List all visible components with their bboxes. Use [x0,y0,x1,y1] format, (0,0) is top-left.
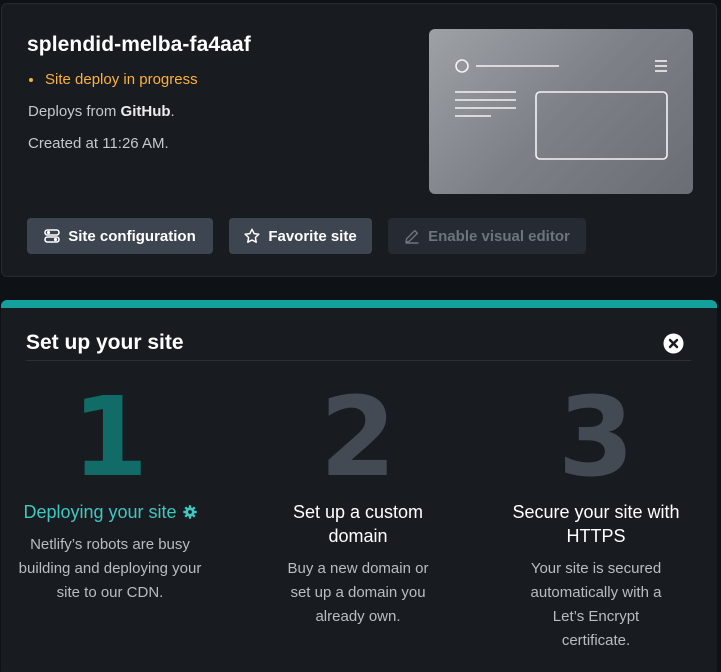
deploy-source-suffix: . [170,103,175,120]
step-title: Set up a custom domain [292,502,424,546]
close-icon [663,333,684,354]
close-button[interactable] [663,333,684,354]
setup-title: Set up your site [26,331,184,354]
site-configuration-button[interactable]: Site configuration [27,218,213,254]
deploy-source-name: GitHub [120,103,171,120]
deploy-status-text: Site deploy in progress [45,71,198,88]
step-title: Secure your site with HTTPS [512,502,680,546]
step-description: Netlify’s robots are busy building and d… [18,536,202,601]
created-time: Created at 11:26 AM. [28,135,169,152]
step-title-text: Deploying your site [23,502,177,522]
favorite-site-button[interactable]: Favorite site [229,218,372,254]
enable-visual-editor-button[interactable]: Enable visual editor [388,218,586,254]
site-configuration-label: Site configuration [68,227,196,245]
status-dot-icon [29,77,33,82]
deploy-status: Site deploy in progress [28,71,198,88]
deploy-source-prefix: Deploys from [28,103,121,120]
step-https: 3 Secure your site with HTTPS Your site … [480,382,712,653]
star-icon [244,228,260,244]
site-preview-thumbnail[interactable] [429,29,693,194]
divider [26,360,691,361]
enable-visual-editor-label: Enable visual editor [428,227,570,245]
pencil-icon [404,228,420,244]
site-overview-card: splendid-melba-fa4aaf Site deploy in pro… [1,3,717,277]
deploy-source: Deploys from GitHub. [28,103,175,120]
step-number: 2 [319,373,397,501]
gear-icon [182,505,197,519]
site-name: splendid-melba-fa4aaf [27,33,251,56]
favorite-site-label: Favorite site [268,227,357,245]
site-preview-illustration [455,59,668,160]
step-description: Buy a new domain or set up a domain you … [287,560,429,625]
step-custom-domain: 2 Set up a custom domain Buy a new domai… [242,382,474,629]
step-number: 1 [71,373,149,501]
step-description: Your site is secured automatically with … [530,560,662,649]
step-number: 3 [557,373,635,501]
step-title: Deploying your site [1,500,226,524]
step-deploying: 1 Deploying your site Netlify’s robots a… [1,382,226,605]
accent-bar [1,300,717,308]
toggles-icon [44,228,61,244]
setup-site-card: Set up your site 1 Deploying your site N… [1,300,717,672]
